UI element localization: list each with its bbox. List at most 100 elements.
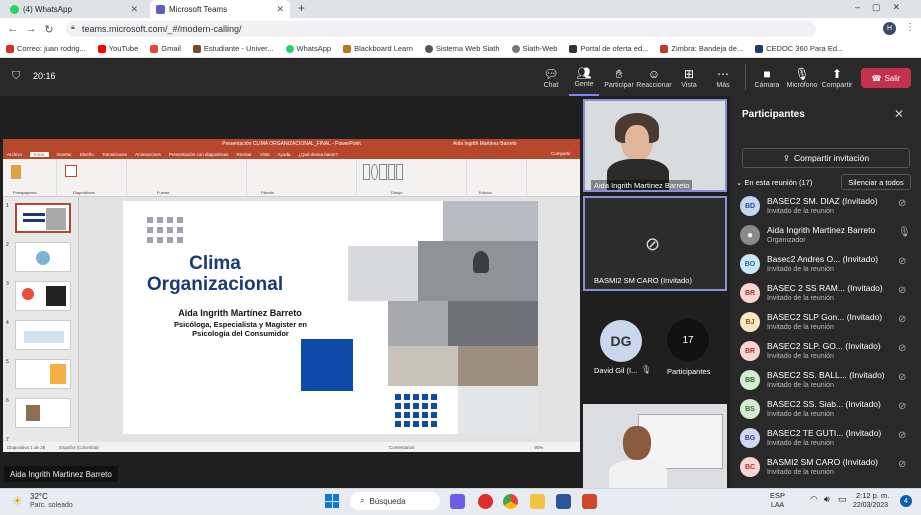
ppt-menu-item: Inicio: [30, 151, 49, 157]
bookmark-item[interactable]: Correo: juan rodrig...: [0, 44, 92, 53]
participant-row[interactable]: BB BASEC2 SS. BALL... (Invitado) Invitado …: [730, 368, 921, 397]
bookmark-item[interactable]: Zimbra: Bandeja de...: [654, 44, 749, 53]
participant-row[interactable]: ● Aida Ingrith Martinez Barreto Organizado…: [730, 223, 921, 252]
avatar[interactable]: DG: [600, 320, 642, 362]
participant-row[interactable]: BC BASMI2 SM CARO (Invitado) Invitado de l…: [730, 455, 921, 484]
participant-row[interactable]: BD BASEC2 SM. DIAZ (Invitado) Invitado de …: [730, 194, 921, 223]
participant-role: Invitado de la reunión: [767, 411, 834, 418]
mic-off-icon[interactable]: ⊘: [898, 459, 906, 470]
bookmark-item[interactable]: Sistema Web Siath: [419, 44, 506, 53]
opera-icon[interactable]: [478, 494, 493, 509]
video-tile-guest[interactable]: ⊘ BASMI2 SM CARO (Invitado): [583, 196, 727, 291]
weather-icon[interactable]: ☀: [12, 494, 23, 508]
video-tile-self[interactable]: [583, 404, 727, 488]
globe-icon: [424, 44, 433, 53]
profile-avatar[interactable]: H: [883, 22, 896, 35]
camera-button[interactable]: ■ Cámara: [752, 58, 782, 96]
share-invite-button[interactable]: ⇪ Compartir invitación: [742, 148, 910, 168]
participant-name: BASEC2 SS. BALL... (Invitado): [767, 370, 885, 380]
file-explorer-icon[interactable]: [530, 494, 545, 509]
chat-button[interactable]: 💬︎ Chat: [536, 58, 566, 96]
new-tab-button[interactable]: +: [298, 1, 305, 15]
mic-on-icon[interactable]: 🎙︎: [898, 227, 911, 238]
close-icon[interactable]: ✕: [130, 4, 138, 15]
language-indicator[interactable]: ESP: [770, 491, 785, 500]
mic-off-icon: 🎙︎: [641, 365, 652, 374]
weather-desc: Parc. soleado: [30, 502, 73, 509]
teams-chat-icon[interactable]: [450, 494, 465, 509]
wifi-icon[interactable]: ◠: [810, 494, 818, 505]
button-label: Vista: [681, 81, 697, 89]
bookmark-item[interactable]: Gmail: [144, 44, 187, 53]
people-icon: 👥︎: [576, 65, 592, 80]
bookmark-label: Portal de oferta ed...: [580, 44, 649, 53]
bookmark-item[interactable]: Siath-Web: [506, 44, 564, 53]
window-controls[interactable]: –▢✕: [855, 2, 912, 13]
chrome-icon[interactable]: [503, 494, 518, 509]
participant-row[interactable]: BS BASEC2 SS. Siab... (Invitado) Invitado …: [730, 397, 921, 426]
word-icon[interactable]: [556, 494, 571, 509]
participant-row[interactable]: BG BASEC2 TE GUTI... (Invitado) Invitado d…: [730, 426, 921, 455]
participants-bubble-label: Participantes: [667, 367, 711, 376]
menu-icon[interactable]: ⋮: [905, 22, 915, 33]
mic-off-icon[interactable]: ⊘: [898, 256, 906, 267]
participant-row[interactable]: BJ BASEC2 SLP Gon... (Invitado) Invitado d…: [730, 310, 921, 339]
mic-off-icon[interactable]: ⊘: [898, 285, 906, 296]
bookmark-item[interactable]: Estudiante - Univer...: [187, 44, 280, 53]
powerpoint-icon[interactable]: [582, 494, 597, 509]
bookmark-item[interactable]: WhatsApp: [280, 44, 338, 53]
tab-teams[interactable]: Microsoft Teams ✕: [150, 0, 290, 18]
view-button[interactable]: ⊞ Vista: [674, 58, 704, 96]
avatar: ●: [740, 225, 760, 245]
react-button[interactable]: ☺ Reaccionar: [636, 58, 672, 96]
people-button[interactable]: 👥︎ Gente: [569, 58, 599, 96]
thumb-number: 5: [6, 359, 9, 365]
ribbon-group-label: Edición: [479, 190, 493, 195]
participant-row[interactable]: BO Basec2 Andres O... (Invitado) Invitado …: [730, 252, 921, 281]
back-icon[interactable]: ←: [4, 23, 22, 35]
mic-off-icon[interactable]: ⊘: [898, 198, 906, 209]
tab-whatsapp[interactable]: (4) WhatsApp ✕: [4, 0, 144, 18]
close-icon[interactable]: ✕: [894, 107, 904, 121]
reload-icon[interactable]: ↻: [40, 23, 58, 36]
url-field[interactable]: 🔒︎ teams.microsoft.com/_#/modern-calling…: [66, 21, 816, 37]
raise-hand-button[interactable]: ✋︎ Participar: [602, 58, 636, 96]
taskbar-search[interactable]: ⌕ Búsqueda: [350, 492, 440, 510]
start-icon[interactable]: [325, 494, 339, 508]
ribbon-group: Edición: [467, 159, 527, 197]
zoom-level: 90%: [534, 444, 544, 450]
ribbon-group-label: Dibujo: [391, 190, 403, 195]
mute-all-button[interactable]: Silenciar a todos: [841, 174, 911, 190]
mic-button[interactable]: 🎙︎ Micrófono: [785, 58, 819, 96]
forward-icon[interactable]: →: [22, 23, 40, 35]
mic-off-icon[interactable]: ⊘: [898, 314, 906, 325]
notification-badge[interactable]: 4: [900, 495, 912, 507]
leave-button[interactable]: ☎ Salir: [861, 68, 911, 88]
video-tile-presenter[interactable]: Aida Ingrith Martinez Barreto: [583, 99, 727, 192]
participant-row[interactable]: BR BASEC 2 SS RAM... (Invitado) Invitado d…: [730, 281, 921, 310]
bookmark-item[interactable]: Blackboard Learn: [337, 44, 419, 53]
shield-icon: [755, 44, 764, 53]
bookmark-item[interactable]: Portal de oferta ed...: [563, 44, 654, 53]
mic-off-icon[interactable]: ⊘: [898, 401, 906, 412]
section-header[interactable]: ⌄ En esta reunión (17): [736, 178, 812, 187]
bookmark-item[interactable]: YouTube: [92, 44, 144, 53]
bookmarks-bar: Correo: juan rodrig... YouTube Gmail Est…: [0, 40, 921, 58]
mic-off-icon[interactable]: ⊘: [898, 343, 906, 354]
slide-thumbnail: [15, 320, 71, 350]
participant-role: Invitado de la reunión: [767, 208, 834, 215]
share-button[interactable]: ⬆ Compartir: [821, 58, 853, 96]
close-icon[interactable]: ✕: [276, 4, 284, 15]
participant-row[interactable]: BR BASEC2 SLP. GO... (Invitado) Invitado d…: [730, 339, 921, 368]
battery-icon[interactable]: ▭: [838, 494, 847, 505]
ppt-menu-item: Ayuda: [277, 151, 291, 157]
participants-count-bubble[interactable]: 17: [667, 319, 709, 361]
volume-icon[interactable]: 🔊︎: [824, 494, 830, 505]
more-button[interactable]: ⋯ Más: [708, 58, 738, 96]
mic-off-icon[interactable]: ⊘: [898, 430, 906, 441]
blue-dot-pattern: [395, 394, 437, 427]
participant-list: BD BASEC2 SM. DIAZ (Invitado) Invitado de …: [730, 194, 921, 484]
bookmark-item[interactable]: CEDOC 360 Para Ed...: [749, 44, 849, 53]
mic-off-icon[interactable]: ⊘: [898, 372, 906, 383]
clock-time[interactable]: 2:12 p. m.: [856, 491, 889, 500]
